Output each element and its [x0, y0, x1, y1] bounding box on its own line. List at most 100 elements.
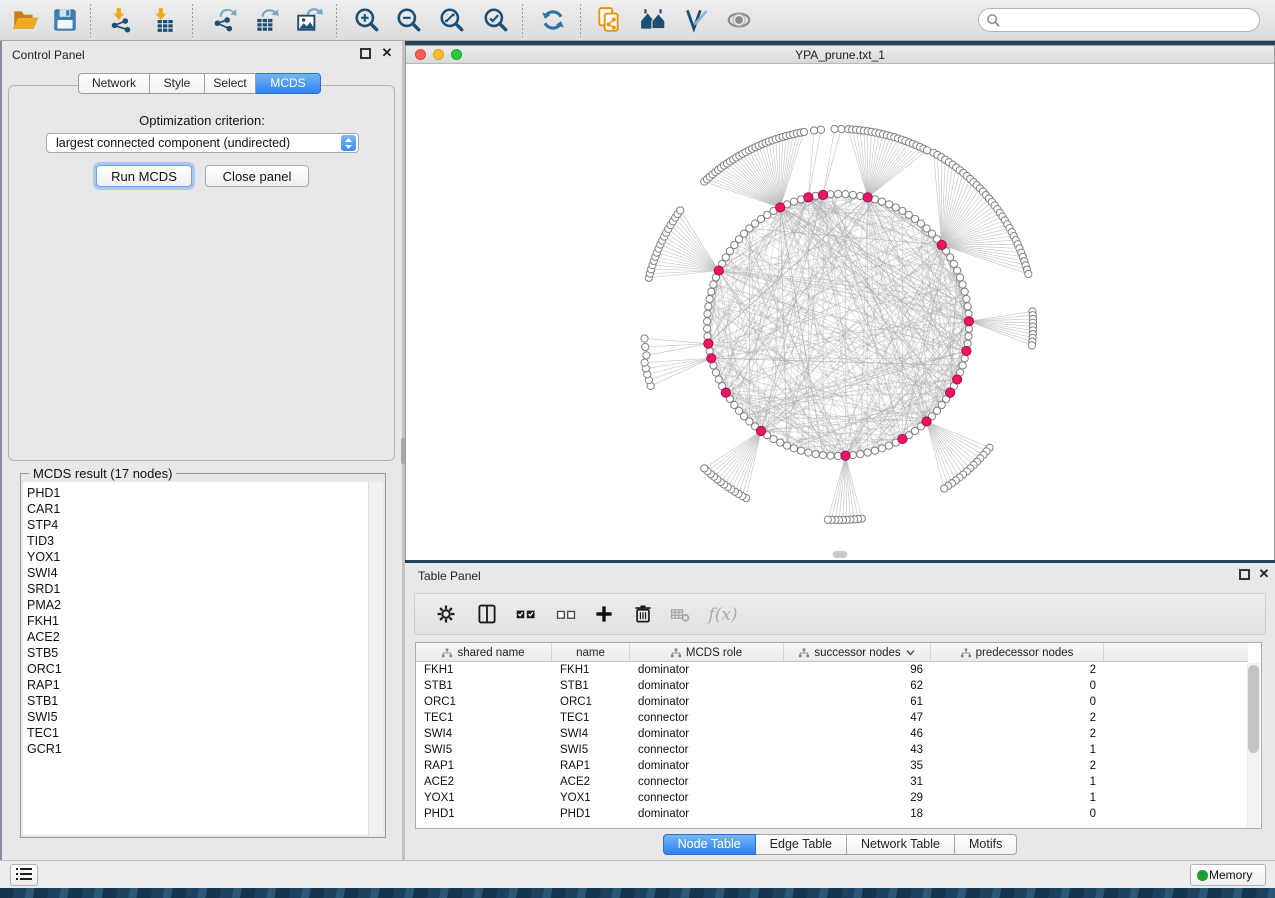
- table-scrollbar[interactable]: [1247, 663, 1260, 828]
- column-header-shared-name[interactable]: shared name: [416, 643, 552, 662]
- table-scrollbar-thumb[interactable]: [1248, 665, 1259, 753]
- tab-select[interactable]: Select: [205, 73, 256, 94]
- mcds-result-item[interactable]: CAR1: [27, 501, 370, 517]
- network-leaf-node[interactable]: [817, 126, 824, 133]
- refresh-button[interactable]: [536, 5, 570, 37]
- network-leaf-node[interactable]: [677, 207, 684, 214]
- network-node[interactable]: [842, 191, 849, 198]
- eye-button[interactable]: [722, 5, 756, 37]
- network-hub-node[interactable]: [863, 193, 872, 202]
- home-network-button[interactable]: [636, 5, 670, 37]
- optimization-criterion-select[interactable]: largest connected component (undirected): [46, 133, 359, 153]
- close-table-panel-icon[interactable]: ✕: [1257, 567, 1271, 581]
- table-row[interactable]: SWI4SWI4dominator462: [416, 726, 1248, 742]
- mcds-result-item[interactable]: SRD1: [27, 581, 370, 597]
- network-hub-node[interactable]: [721, 388, 730, 397]
- tab-network-table[interactable]: Network Table: [847, 834, 955, 855]
- network-leaf-node[interactable]: [838, 125, 845, 132]
- column-header-name[interactable]: name: [552, 643, 630, 662]
- close-panel-button[interactable]: Close panel: [205, 165, 309, 187]
- mcds-result-item[interactable]: TEC1: [27, 725, 370, 741]
- network-node[interactable]: [885, 442, 892, 449]
- network-node[interactable]: [871, 447, 878, 454]
- mcds-result-item[interactable]: SWI4: [27, 565, 370, 581]
- network-node[interactable]: [956, 274, 963, 281]
- create-column-button[interactable]: [589, 601, 619, 629]
- network-hub-node[interactable]: [841, 451, 850, 460]
- network-node[interactable]: [790, 198, 797, 205]
- column-header-predecessor-nodes[interactable]: predecessor nodes: [931, 643, 1104, 662]
- mcds-result-item[interactable]: TID3: [27, 533, 370, 549]
- network-node[interactable]: [777, 439, 784, 446]
- network-node[interactable]: [705, 303, 712, 310]
- network-hub-node[interactable]: [714, 266, 723, 275]
- tab-style[interactable]: Style: [150, 73, 205, 94]
- network-hub-node[interactable]: [756, 426, 765, 435]
- network-hub-node[interactable]: [707, 354, 716, 363]
- network-node[interactable]: [715, 376, 722, 383]
- network-hub-node[interactable]: [704, 339, 713, 348]
- close-panel-icon[interactable]: ✕: [380, 46, 394, 60]
- network-node[interactable]: [706, 295, 713, 302]
- mcds-result-item[interactable]: ORC1: [27, 661, 370, 677]
- network-node[interactable]: [961, 288, 968, 295]
- delete-column-button[interactable]: [628, 601, 658, 629]
- tab-network[interactable]: Network: [78, 73, 150, 94]
- export-image-button[interactable]: [292, 5, 326, 37]
- mcds-result-item[interactable]: SWI5: [27, 709, 370, 725]
- import-table-button[interactable]: [146, 5, 180, 37]
- mcds-result-scrollbar[interactable]: [368, 482, 383, 835]
- network-leaf-node[interactable]: [824, 516, 831, 523]
- export-network-button[interactable]: [208, 5, 242, 37]
- mcds-result-list[interactable]: PHD1CAR1STP4TID3YOX1SWI4SRD1PMA2FKH1ACE2…: [23, 482, 370, 835]
- network-node[interactable]: [892, 204, 899, 211]
- network-node[interactable]: [849, 191, 856, 198]
- network-hub-node[interactable]: [964, 317, 973, 326]
- table-row[interactable]: YOX1YOX1connector291: [416, 790, 1248, 806]
- network-hub-node[interactable]: [937, 240, 946, 249]
- network-node[interactable]: [964, 303, 971, 310]
- network-node[interactable]: [878, 198, 885, 205]
- search-input[interactable]: [1005, 10, 1253, 30]
- network-canvas[interactable]: [406, 64, 1274, 560]
- network-node[interactable]: [864, 449, 871, 456]
- network-node[interactable]: [783, 442, 790, 449]
- table-settings-button[interactable]: [431, 601, 461, 629]
- network-hub-node[interactable]: [922, 417, 931, 426]
- zoom-fit-button[interactable]: [435, 5, 469, 37]
- network-hub-node[interactable]: [946, 388, 955, 397]
- network-node[interactable]: [959, 362, 966, 369]
- network-node[interactable]: [885, 201, 892, 208]
- column-header-MCDS-role[interactable]: MCDS role: [630, 643, 784, 662]
- mcds-result-item[interactable]: YOX1: [27, 549, 370, 565]
- network-leaf-node[interactable]: [643, 352, 650, 359]
- mcds-result-item[interactable]: RAP1: [27, 677, 370, 693]
- network-node[interactable]: [790, 445, 797, 452]
- memory-button[interactable]: Memory: [1190, 864, 1266, 886]
- network-leaf-node[interactable]: [831, 125, 838, 132]
- tab-motifs[interactable]: Motifs: [955, 834, 1017, 855]
- network-node[interactable]: [827, 452, 834, 459]
- network-hub-node[interactable]: [898, 434, 907, 443]
- network-node[interactable]: [965, 333, 972, 340]
- network-leaf-node[interactable]: [641, 335, 648, 342]
- network-node[interactable]: [954, 267, 961, 274]
- network-hub-node[interactable]: [804, 193, 813, 202]
- network-leaf-node[interactable]: [941, 485, 948, 492]
- network-hub-node[interactable]: [776, 203, 785, 212]
- network-node[interactable]: [857, 450, 864, 457]
- vizmapper-button[interactable]: [679, 5, 713, 37]
- tab-node-table[interactable]: Node Table: [663, 834, 756, 855]
- float-table-panel-icon[interactable]: [1239, 569, 1250, 580]
- tab-edge-table[interactable]: Edge Table: [756, 834, 847, 855]
- network-node[interactable]: [712, 369, 719, 376]
- mcds-result-item[interactable]: STP4: [27, 517, 370, 533]
- network-leaf-node[interactable]: [642, 343, 649, 350]
- column-header-successor-nodes[interactable]: successor nodes: [784, 643, 931, 662]
- tab-mcds[interactable]: MCDS: [256, 73, 321, 94]
- network-hub-node[interactable]: [953, 375, 962, 384]
- network-node[interactable]: [947, 254, 954, 261]
- select-all-rows-button[interactable]: [511, 601, 541, 629]
- network-node[interactable]: [878, 445, 885, 452]
- network-node[interactable]: [819, 452, 826, 459]
